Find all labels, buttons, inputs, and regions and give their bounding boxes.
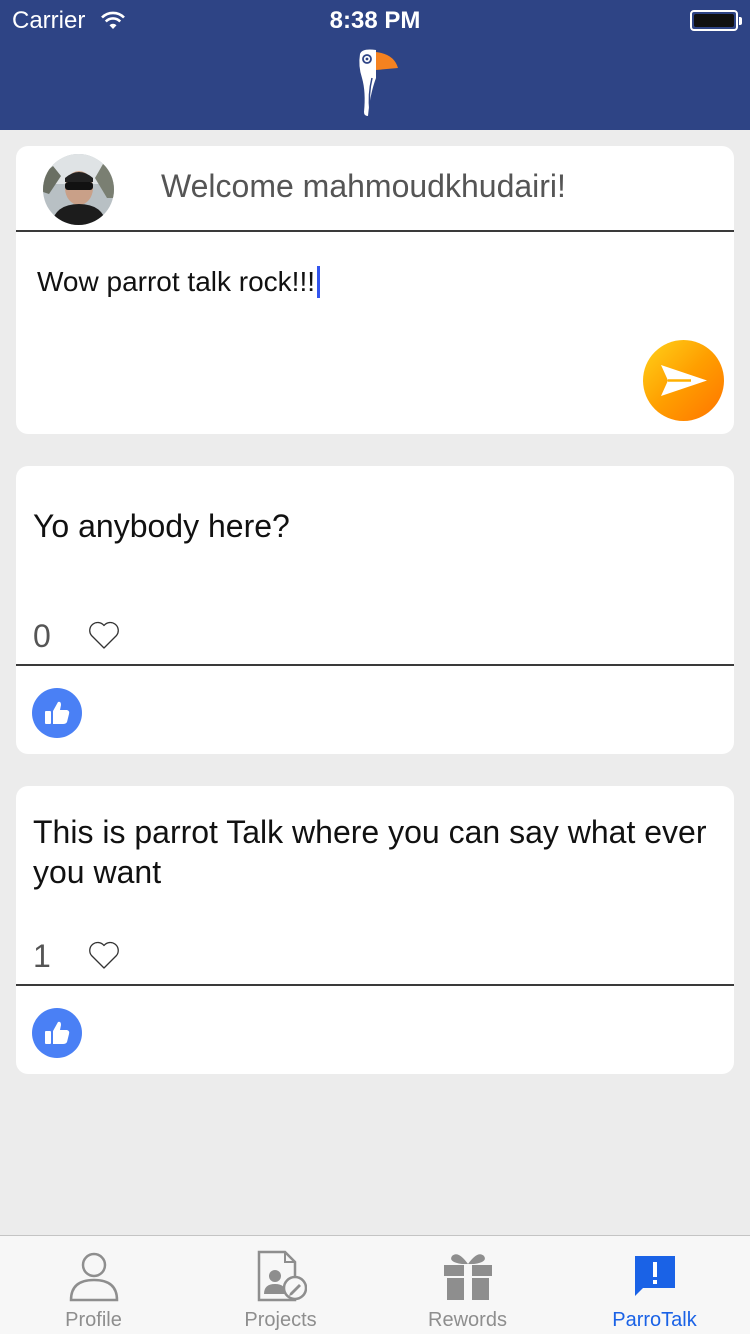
send-icon bbox=[661, 365, 707, 396]
like-button[interactable] bbox=[32, 688, 82, 738]
app-header: Carrier 8:38 PM bbox=[0, 0, 750, 130]
thumbs-up-icon bbox=[45, 701, 70, 724]
tab-projects[interactable]: Projects bbox=[187, 1236, 374, 1334]
parrot-logo-icon bbox=[352, 48, 400, 123]
projects-icon bbox=[257, 1250, 307, 1302]
divider bbox=[16, 984, 734, 986]
post-card: Yo anybody here? 0 bbox=[16, 466, 734, 754]
tab-bar: Profile Projects Rewords ParroTalk bbox=[0, 1235, 750, 1334]
message-input-text: Wow parrot talk rock!!! bbox=[37, 266, 316, 297]
heart-icon[interactable] bbox=[88, 940, 120, 975]
welcome-heading: Welcome mahmoudkhudairi! bbox=[161, 168, 566, 204]
avatar[interactable] bbox=[43, 154, 114, 225]
send-button[interactable] bbox=[643, 340, 724, 421]
compose-card: Welcome mahmoudkhudairi! Wow parrot talk… bbox=[16, 146, 734, 434]
status-time: 8:38 PM bbox=[329, 7, 421, 34]
tab-label: Projects bbox=[244, 1309, 317, 1331]
divider bbox=[16, 230, 734, 232]
tab-label: Profile bbox=[65, 1309, 122, 1331]
status-bar: Carrier 8:38 PM bbox=[0, 0, 750, 40]
tab-label: ParroTalk bbox=[612, 1309, 697, 1331]
tab-parrotalk[interactable]: ParroTalk bbox=[561, 1236, 748, 1334]
alert-bubble-icon bbox=[634, 1256, 675, 1296]
like-count: 0 bbox=[33, 618, 51, 654]
battery-icon bbox=[690, 10, 742, 31]
tab-label: Rewords bbox=[428, 1309, 507, 1331]
post-card: This is parrot Talk where you can say wh… bbox=[16, 786, 734, 1074]
like-count: 1 bbox=[33, 938, 51, 974]
tab-profile[interactable]: Profile bbox=[0, 1236, 187, 1334]
heart-icon[interactable] bbox=[88, 620, 120, 655]
thumbs-up-icon bbox=[45, 1021, 70, 1044]
divider bbox=[16, 664, 734, 666]
person-icon bbox=[69, 1252, 118, 1302]
post-text: Yo anybody here? bbox=[33, 508, 290, 544]
message-input[interactable]: Wow parrot talk rock!!! bbox=[37, 266, 321, 298]
tab-rewords[interactable]: Rewords bbox=[374, 1236, 561, 1334]
gift-icon bbox=[443, 1254, 492, 1300]
like-button[interactable] bbox=[32, 1008, 82, 1058]
text-caret bbox=[317, 266, 321, 298]
post-text: This is parrot Talk where you can say wh… bbox=[33, 814, 707, 890]
